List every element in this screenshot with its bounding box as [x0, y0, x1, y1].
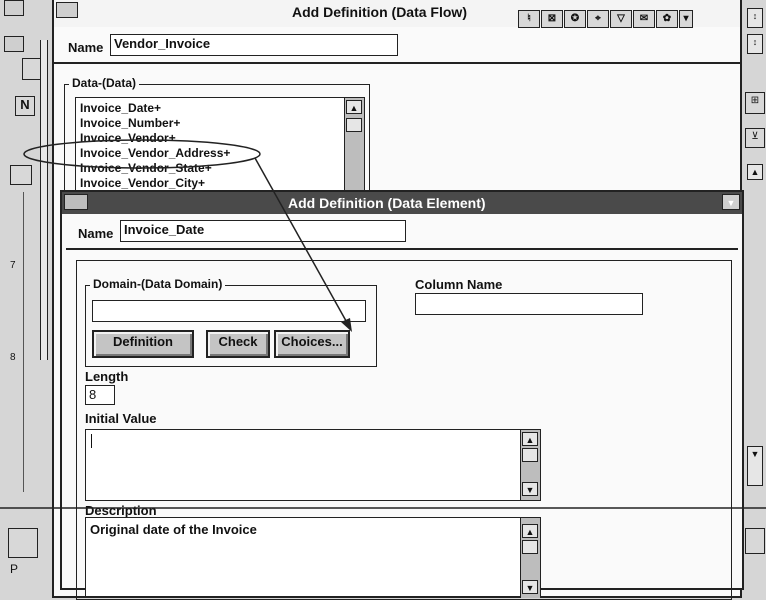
tool-2-icon[interactable]: ⊠ [541, 10, 563, 28]
data-element-panel: Domain-(Data Domain) Definition Check Ch… [76, 260, 732, 600]
data-element-divider [66, 248, 738, 250]
domain-group: Domain-(Data Domain) Definition Check Ch… [85, 277, 377, 367]
scroll-down-icon[interactable]: ▼ [522, 482, 538, 496]
choices-button[interactable]: Choices... [274, 330, 350, 358]
scroll-thumb[interactable] [522, 448, 538, 462]
toolbar-icons: ♮ ⊠ ✪ ⌖ ▽ ✉ ✿ ▾ [518, 10, 718, 30]
right-tool-2-icon[interactable]: ⊻ [745, 128, 765, 148]
scroll-up-icon[interactable]: ▲ [522, 432, 538, 446]
tool-4-icon[interactable]: ⌖ [587, 10, 609, 28]
data-flow-system-menu-icon[interactable] [56, 2, 78, 18]
tool-3-icon[interactable]: ✪ [564, 10, 586, 28]
data-flow-divider [54, 62, 740, 64]
data-element-title: Add Definition (Data Element) [288, 195, 486, 211]
dropdown-arrow-icon[interactable]: ▾ [679, 10, 693, 28]
data-element-name-label: Name [78, 226, 114, 241]
description-field[interactable]: Original date of the Invoice ▲ ▼ [85, 517, 541, 598]
column-name-field[interactable] [415, 293, 643, 315]
data-flow-title: Add Definition (Data Flow) [292, 4, 467, 20]
data-list-items: Invoice_Date+ Invoice_Number+ Invoice_Ve… [80, 101, 340, 191]
list-item[interactable]: Invoice_Vendor_City+ [80, 176, 340, 191]
right-bottom-icon[interactable] [745, 528, 765, 554]
list-item[interactable]: Invoice_Vendor_Address+ [80, 146, 340, 161]
definition-button[interactable]: Definition [92, 330, 194, 358]
left-panel-edge [40, 40, 48, 360]
length-field[interactable]: 8 [85, 385, 115, 405]
left-bottom-glyph: P [10, 562, 19, 576]
column-name-label: Column Name [415, 277, 503, 292]
data-element-window: Add Definition (Data Element) ▼ Name Inv… [60, 190, 744, 600]
data-flow-titlebar[interactable]: Add Definition (Data Flow) ♮ ⊠ ✪ ⌖ ▽ ✉ ✿… [54, 0, 740, 28]
domain-field[interactable] [92, 300, 366, 322]
text-cursor [91, 434, 92, 448]
tool-5-icon[interactable]: ▽ [610, 10, 632, 28]
data-flow-name-field[interactable]: Vendor_Invoice [110, 34, 398, 56]
tool-1-icon[interactable]: ♮ [518, 10, 540, 28]
data-element-titlebar[interactable]: Add Definition (Data Element) ▼ [62, 192, 742, 214]
description-label: Description [85, 503, 157, 518]
new-doc-icon[interactable] [22, 58, 42, 80]
list-item[interactable]: Invoice_Number+ [80, 116, 340, 131]
right-spin-2-icon[interactable]: ↕ [747, 34, 763, 54]
vertical-ruler: 7 8 [8, 192, 24, 492]
ruler-corner-icon[interactable] [10, 165, 32, 185]
description-scrollbar[interactable]: ▲ ▼ [520, 518, 540, 598]
list-item[interactable]: Invoice_Vendor_State+ [80, 161, 340, 176]
tool-7-icon[interactable]: ✿ [656, 10, 678, 28]
list-item[interactable]: Invoice_Vendor+ [80, 131, 340, 146]
maximize-arrow-icon[interactable]: ▼ [722, 194, 740, 210]
right-spin-icon[interactable]: ↕ [747, 8, 763, 28]
ruler-tick-label-8: 8 [10, 352, 16, 363]
left-bottom-icon[interactable] [8, 528, 38, 558]
scroll-up-icon[interactable]: ▲ [346, 100, 362, 114]
domain-group-label: Domain-(Data Domain) [90, 277, 226, 291]
scroll-up-icon[interactable]: ▲ [522, 524, 538, 538]
description-text: Original date of the Invoice [90, 522, 257, 537]
data-flow-name-label: Name [68, 40, 104, 55]
app-system-menu-icon[interactable] [4, 0, 24, 16]
right-scroll-up-icon[interactable]: ▲ [747, 164, 763, 180]
length-label: Length [85, 369, 129, 384]
data-element-name-field[interactable]: Invoice_Date [120, 220, 406, 242]
initial-value-scrollbar[interactable]: ▲ ▼ [520, 430, 540, 500]
list-item[interactable]: Invoice_Date+ [80, 101, 340, 116]
scroll-down-icon[interactable]: ▼ [522, 580, 538, 594]
initial-value-label: Initial Value [85, 411, 157, 426]
data-element-system-menu-icon[interactable] [64, 194, 88, 210]
right-scroll-down-icon[interactable]: ▼ [747, 446, 763, 486]
doc-system-menu-icon[interactable] [4, 36, 24, 52]
scroll-thumb[interactable] [346, 118, 362, 132]
check-button[interactable]: Check [206, 330, 270, 358]
data-group-label: Data-(Data) [69, 76, 140, 90]
left-glyph-1: N [15, 96, 35, 116]
right-tool-icon[interactable]: ⊞ [745, 92, 765, 114]
scroll-thumb[interactable] [522, 540, 538, 554]
tool-6-icon[interactable]: ✉ [633, 10, 655, 28]
ruler-tick-label-7: 7 [10, 260, 16, 271]
initial-value-field[interactable]: ▲ ▼ [85, 429, 541, 501]
